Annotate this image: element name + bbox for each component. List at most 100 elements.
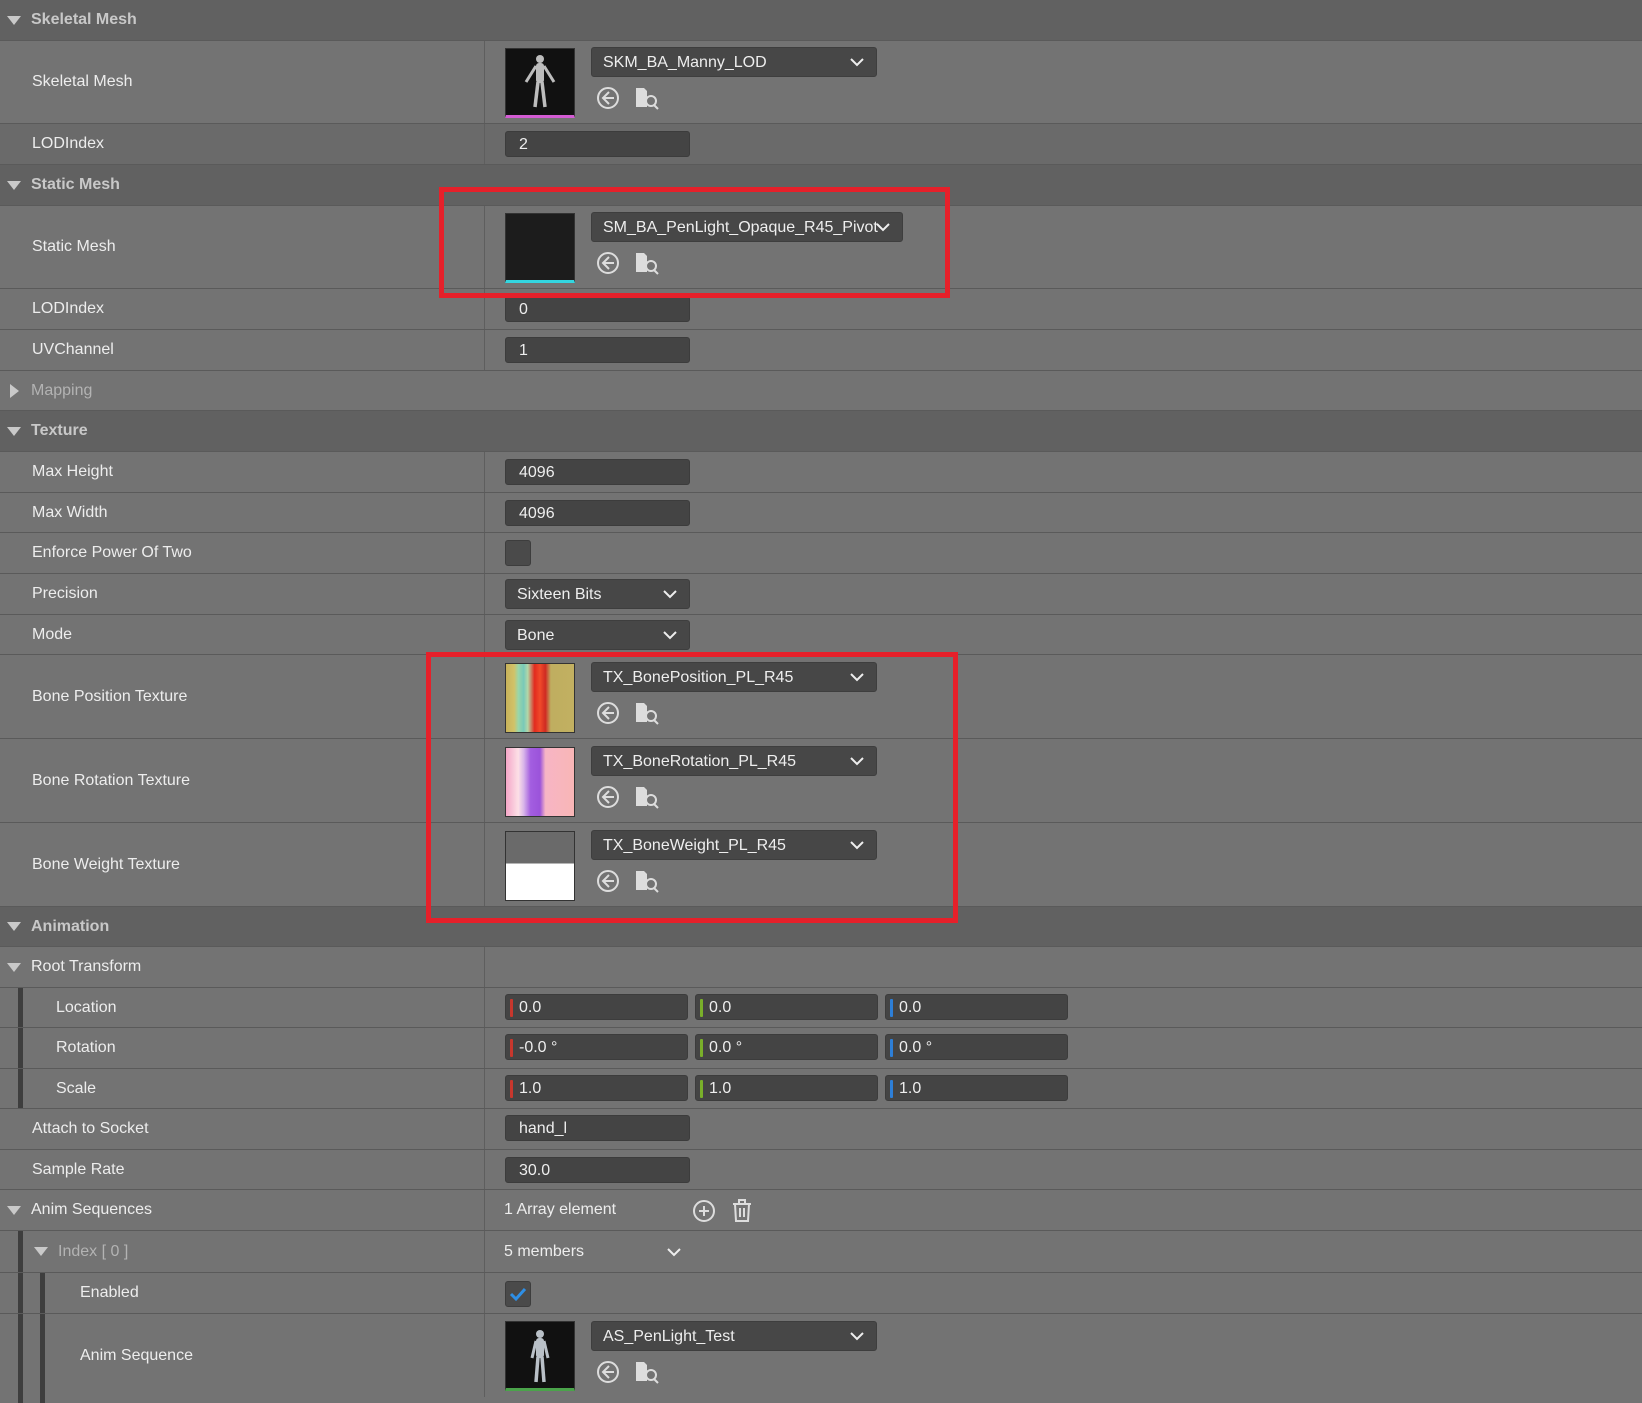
index-0-row[interactable]: Index [ 0 ] 5 members	[0, 1231, 1642, 1273]
skeletal-mesh-combo[interactable]: SKM_BA_Manny_LOD	[591, 47, 877, 77]
y-axis-marker	[700, 1080, 703, 1098]
bone-position-combo[interactable]: TX_BonePosition_PL_R45	[591, 662, 877, 692]
section-title: Texture	[31, 422, 88, 439]
socket-input[interactable]: hand_l	[505, 1115, 690, 1141]
mannequin-icon	[524, 55, 556, 108]
location-y-input[interactable]: 0.0	[695, 994, 878, 1020]
chevron-down-icon	[850, 673, 864, 682]
root-transform-row[interactable]: Root Transform	[0, 947, 1642, 988]
skeletal-lod-input[interactable]: 2	[505, 131, 690, 157]
uv-channel-input[interactable]: 1	[505, 337, 690, 363]
use-selected-arrow-icon[interactable]	[596, 1360, 620, 1384]
browse-folder-icon[interactable]	[634, 1360, 660, 1384]
asset-name: TX_BonePosition_PL_R45	[603, 669, 794, 686]
x-axis-marker	[510, 1039, 513, 1057]
browse-folder-icon[interactable]	[634, 251, 660, 275]
y-axis-marker	[700, 1039, 703, 1057]
property-label: LODIndex	[32, 135, 105, 152]
section-skeletal-mesh[interactable]: Skeletal Mesh	[0, 0, 1642, 41]
use-selected-arrow-icon[interactable]	[596, 86, 620, 110]
bone-weight-row: Bone Weight Texture TX_BoneWeight_PL_R45	[0, 823, 1642, 907]
section-mapping[interactable]: Mapping	[0, 371, 1642, 411]
use-selected-arrow-icon[interactable]	[596, 785, 620, 809]
enabled-checkbox[interactable]	[505, 1281, 531, 1307]
expand-arrow-icon[interactable]	[10, 383, 19, 398]
use-selected-arrow-icon[interactable]	[596, 869, 620, 893]
collapse-arrow-icon[interactable]	[7, 922, 21, 931]
field-value: 0.0	[709, 999, 732, 1016]
field-value: 0.0	[519, 999, 542, 1016]
location-row: Location 0.0 0.0 0.0	[0, 988, 1642, 1028]
bone-weight-combo[interactable]: TX_BoneWeight_PL_R45	[591, 830, 877, 860]
section-static-mesh[interactable]: Static Mesh	[0, 165, 1642, 206]
use-selected-arrow-icon[interactable]	[596, 701, 620, 725]
static-mesh-row: Static Mesh SM_BA_PenLight_Opaque_R45_Pi…	[0, 206, 1642, 289]
browse-folder-icon[interactable]	[634, 785, 660, 809]
property-label: Root Transform	[31, 958, 142, 975]
section-animation[interactable]: Animation	[0, 907, 1642, 947]
static-mesh-thumbnail[interactable]	[505, 213, 575, 283]
property-label: Anim Sequence	[80, 1346, 193, 1364]
mode-dropdown[interactable]: Bone	[505, 620, 690, 650]
static-mesh-combo[interactable]: SM_BA_PenLight_Opaque_R45_Pivot	[591, 212, 903, 242]
anim-sequence-combo[interactable]: AS_PenLight_Test	[591, 1321, 877, 1351]
chevron-down-icon	[850, 1332, 864, 1341]
max-height-input[interactable]: 4096	[505, 459, 690, 485]
rotation-x-input[interactable]: -0.0 °	[505, 1034, 688, 1060]
property-label: Index [ 0 ]	[58, 1242, 129, 1260]
x-axis-marker	[510, 1080, 513, 1098]
browse-folder-icon[interactable]	[634, 701, 660, 725]
property-label: Precision	[32, 585, 98, 602]
property-label: Scale	[56, 1079, 97, 1097]
trash-icon[interactable]	[731, 1199, 753, 1223]
scale-row: Scale 1.0 1.0 1.0	[0, 1069, 1642, 1109]
scale-z-input[interactable]: 1.0	[885, 1075, 1068, 1101]
scale-x-input[interactable]: 1.0	[505, 1075, 688, 1101]
property-label: Location	[56, 998, 117, 1016]
skeletal-lod-row: LODIndex 2	[0, 124, 1642, 165]
max-height-row: Max Height 4096	[0, 452, 1642, 493]
chevron-down-icon	[850, 757, 864, 766]
bone-weight-thumbnail[interactable]	[505, 831, 575, 901]
bone-rotation-combo[interactable]: TX_BoneRotation_PL_R45	[591, 746, 877, 776]
collapse-arrow-icon[interactable]	[34, 1247, 48, 1256]
rotation-z-input[interactable]: 0.0 °	[885, 1034, 1068, 1060]
bone-position-thumbnail[interactable]	[505, 663, 575, 733]
anim-sequences-row[interactable]: Anim Sequences 1 Array element	[0, 1190, 1642, 1231]
asset-name: AS_PenLight_Test	[603, 1328, 735, 1345]
rotation-y-input[interactable]: 0.0 °	[695, 1034, 878, 1060]
static-lod-input[interactable]: 0	[505, 296, 690, 322]
property-label: Bone Position Texture	[32, 687, 188, 705]
property-label: Mode	[32, 625, 73, 643]
collapse-arrow-icon[interactable]	[7, 1205, 21, 1215]
collapse-arrow-icon[interactable]	[7, 962, 21, 972]
chevron-down-icon[interactable]	[667, 1247, 681, 1257]
scale-y-input[interactable]: 1.0	[695, 1075, 878, 1101]
max-width-input[interactable]: 4096	[505, 500, 690, 526]
bone-rotation-thumbnail[interactable]	[505, 747, 575, 817]
property-label: Bone Rotation Texture	[32, 771, 191, 789]
add-element-icon[interactable]	[692, 1199, 716, 1223]
sample-rate-input[interactable]: 30.0	[505, 1157, 690, 1183]
collapse-arrow-icon[interactable]	[7, 15, 21, 25]
array-count: 1 Array element	[504, 1201, 617, 1218]
mannequin-icon	[530, 1330, 550, 1383]
property-label: Max Width	[32, 503, 108, 521]
location-z-input[interactable]: 0.0	[885, 994, 1068, 1020]
collapse-arrow-icon[interactable]	[7, 426, 21, 436]
collapse-arrow-icon[interactable]	[7, 180, 21, 190]
section-texture[interactable]: Texture	[0, 411, 1642, 452]
location-x-input[interactable]: 0.0	[505, 994, 688, 1020]
skeletal-mesh-thumbnail[interactable]	[505, 48, 575, 118]
field-value: 1.0	[709, 1080, 732, 1097]
asset-name: SM_BA_PenLight_Opaque_R45_Pivot	[603, 219, 878, 236]
x-axis-marker	[510, 999, 513, 1017]
use-selected-arrow-icon[interactable]	[596, 251, 620, 275]
browse-folder-icon[interactable]	[634, 869, 660, 893]
enforce-power-checkbox[interactable]	[505, 540, 531, 566]
browse-folder-icon[interactable]	[634, 86, 660, 110]
anim-sequence-thumbnail[interactable]	[505, 1321, 575, 1391]
precision-dropdown[interactable]: Sixteen Bits	[505, 579, 690, 609]
attach-socket-row: Attach to Socket hand_l	[0, 1109, 1642, 1150]
property-label: UVChannel	[32, 341, 114, 358]
